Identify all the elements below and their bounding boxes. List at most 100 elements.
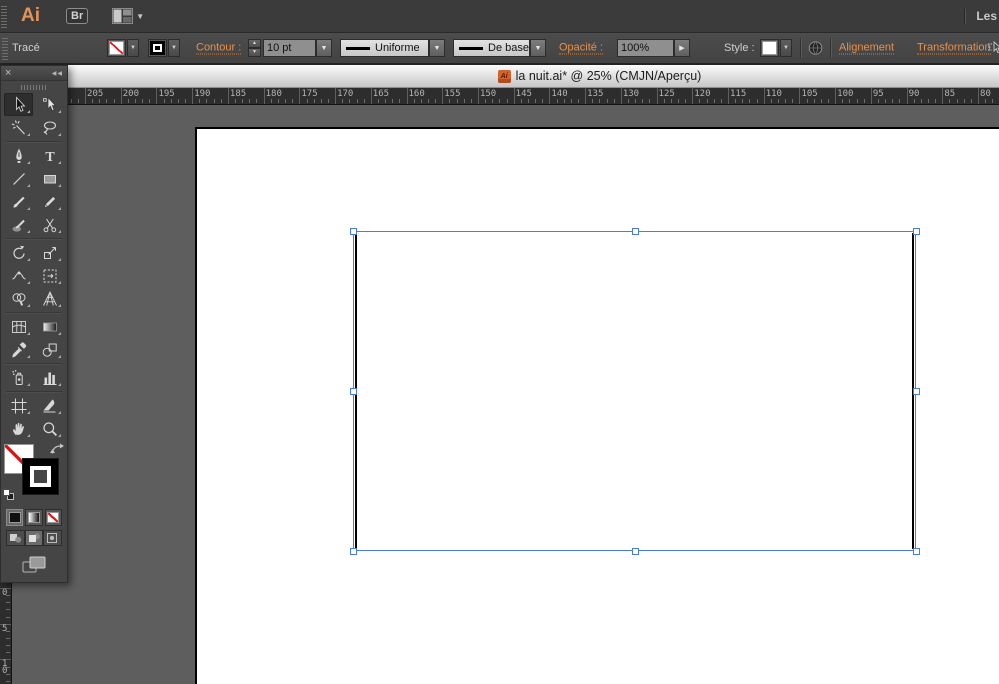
ruler-label: 120 [694, 89, 711, 99]
selection-bounding-box[interactable] [350, 228, 920, 555]
ruler-minor-tick [985, 99, 987, 103]
style-dropdown[interactable]: ▼ [780, 39, 792, 57]
tool-pencil[interactable] [35, 190, 64, 213]
ruler-major-tick [85, 88, 87, 104]
tool-width-tool[interactable] [4, 264, 33, 287]
stroke-swatch-dropdown[interactable]: ▼ [168, 39, 180, 57]
workspace-name[interactable]: Les [976, 9, 997, 23]
blend-icon [42, 343, 57, 357]
ruler-minor-tick [963, 99, 965, 103]
ruler-minor-tick [935, 99, 937, 103]
tool-gradient[interactable] [35, 315, 64, 338]
draw-inside-button[interactable] [43, 530, 63, 546]
selection-handle[interactable] [913, 228, 920, 235]
tool-eyedropper[interactable] [4, 338, 33, 361]
selection-handle[interactable] [350, 228, 357, 235]
tool-scissors[interactable] [35, 213, 64, 236]
ruler-minor-tick [785, 99, 787, 103]
appbar-gripper[interactable] [1, 4, 7, 28]
contour-link[interactable]: Contour : [196, 42, 242, 55]
draw-normal-button[interactable] [6, 530, 25, 546]
draw-behind-button[interactable] [24, 530, 44, 546]
tool-lasso[interactable] [35, 116, 64, 139]
eyedropper-icon [12, 342, 26, 357]
screen-mode-button[interactable] [21, 554, 47, 576]
tool-zoom[interactable] [35, 417, 64, 440]
brush-select[interactable]: De base [453, 39, 530, 57]
selection-handle[interactable] [350, 388, 357, 395]
appbar-divider [964, 8, 966, 24]
selection-handle[interactable] [631, 228, 639, 235]
canvas-pasteboard[interactable]: 0 5 1 0 [0, 105, 999, 684]
tool-paintbrush[interactable] [4, 190, 33, 213]
selection-handle[interactable] [350, 548, 357, 555]
tool-hand[interactable] [4, 417, 33, 440]
fill-swatch-dropdown[interactable]: ▼ [127, 39, 139, 57]
tool-magic-wand[interactable] [4, 116, 33, 139]
alignement-link[interactable]: Alignement [839, 42, 895, 55]
opacity-input[interactable] [617, 39, 674, 57]
panel-collapse-icon[interactable]: ◀◀ [52, 70, 63, 77]
select-similar-icon[interactable] [986, 40, 999, 56]
stepper-down-icon[interactable]: ▼ [248, 48, 261, 57]
tool-artboard[interactable] [4, 394, 33, 417]
tool-type[interactable]: T [35, 144, 64, 167]
brush-dropdown[interactable]: ▼ [530, 39, 546, 57]
stroke-width-input[interactable] [263, 39, 316, 57]
black-stroke-icon [150, 41, 165, 55]
gradient-button[interactable] [25, 509, 43, 526]
bridge-button[interactable]: Br [66, 8, 89, 24]
controlbar-gripper[interactable] [2, 36, 8, 60]
stroke-profile-dropdown[interactable]: ▼ [429, 39, 445, 57]
opacity-dropdown[interactable]: ▶ [674, 39, 690, 57]
tool-symbol-sprayer[interactable] [4, 366, 33, 389]
stepper-up-icon[interactable]: ▲ [248, 39, 261, 48]
ruler-label: 105 [801, 89, 818, 99]
ruler-minor-tick [592, 99, 594, 103]
selection-handle[interactable] [913, 388, 920, 395]
opacity-link[interactable]: Opacité : [559, 42, 604, 55]
tool-mesh[interactable] [4, 315, 33, 338]
tool-perspective-grid[interactable] [35, 287, 64, 310]
style-swatch[interactable] [760, 39, 779, 57]
selection-handle[interactable] [913, 548, 920, 555]
tool-free-transform[interactable] [35, 264, 64, 287]
selection-handle[interactable] [631, 548, 639, 555]
panel-close-button[interactable]: × [5, 68, 11, 79]
illustrator-window: Ai Br ▼ Les Tracé ▼ ▼ Contour : ▲▼ ▼ Uni… [0, 0, 999, 684]
tool-shape-builder[interactable] [4, 287, 33, 310]
stroke-width-dropdown[interactable]: ▼ [316, 39, 332, 57]
stroke-color-swatch[interactable] [148, 39, 167, 57]
tool-blob-brush[interactable] [4, 213, 33, 236]
tool-direct-selection[interactable] [35, 93, 64, 116]
tool-pen[interactable] [4, 144, 33, 167]
swap-fill-stroke-icon[interactable] [50, 443, 65, 456]
transformation-link[interactable]: Transformation [917, 42, 991, 55]
tool-slice[interactable] [35, 394, 64, 417]
panel-gripper[interactable] [1, 81, 67, 93]
fill-color-swatch[interactable] [107, 39, 126, 57]
color-button[interactable] [6, 509, 24, 526]
tool-scale[interactable] [35, 241, 64, 264]
workspace-switcher[interactable]: ▼ [112, 8, 144, 24]
tool-line-segment[interactable] [4, 167, 33, 190]
tool-blend[interactable] [35, 338, 64, 361]
tool-rotate[interactable] [4, 241, 33, 264]
document-setup-globe-icon[interactable] [808, 41, 823, 56]
tool-selection[interactable] [4, 93, 33, 116]
tool-divider [6, 312, 62, 313]
stroke-profile-select[interactable]: Uniforme [340, 39, 429, 57]
ruler-minor-tick [770, 99, 772, 103]
ruler-label: 125 [658, 89, 675, 99]
stroke-swatch[interactable] [22, 458, 59, 495]
tool-column-graph[interactable] [35, 366, 64, 389]
magic-wand-icon [11, 119, 25, 134]
document-tab[interactable]: Ai la nuit.ai* @ 25% (CMJN/Aperçu) [0, 65, 999, 88]
tools-panel-header[interactable]: × ◀◀ [1, 66, 67, 81]
tool-rectangle[interactable] [35, 167, 64, 190]
ruler-minor-tick [606, 99, 608, 103]
stroke-width-stepper[interactable]: ▲ ▼ [248, 39, 261, 57]
ruler-minor-tick [420, 99, 422, 103]
none-button[interactable] [44, 509, 62, 526]
default-fill-stroke-icon[interactable] [3, 489, 15, 501]
